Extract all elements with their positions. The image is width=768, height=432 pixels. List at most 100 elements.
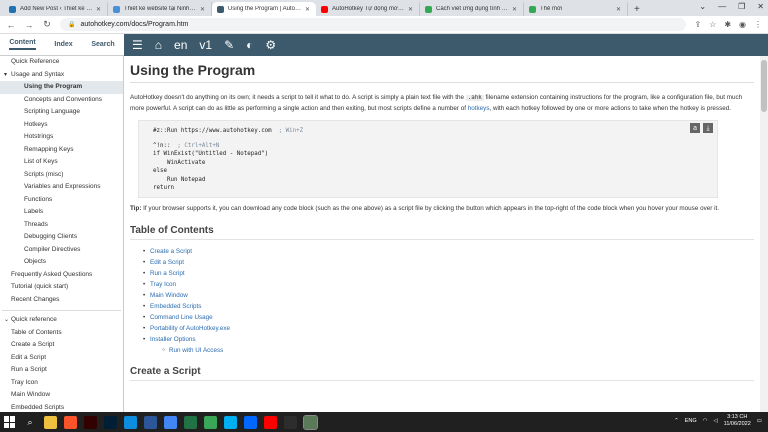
sidebar-item[interactable]: Compiler Directives: [0, 244, 123, 257]
toc-link[interactable]: Command Line Usage: [150, 314, 213, 321]
illustrator-icon[interactable]: [84, 415, 97, 429]
zalo-icon[interactable]: [244, 415, 257, 429]
toc-link[interactable]: Run with UI Access: [169, 347, 223, 354]
tab-close-icon[interactable]: ✕: [408, 6, 413, 13]
download-code-icon[interactable]: ⤓: [703, 123, 713, 133]
sidebar-item[interactable]: Concepts and Conventions: [0, 94, 123, 107]
page-scrollbar[interactable]: [760, 56, 768, 412]
browser-tab[interactable]: AutoHotkey Tự động mở VP…✕: [316, 2, 420, 16]
maximize-icon[interactable]: ❐: [738, 2, 745, 11]
settings-icon[interactable]: ⚙: [265, 38, 276, 52]
select-code-icon[interactable]: a: [690, 123, 700, 133]
theme-icon[interactable]: ◐: [246, 38, 253, 52]
minimize-icon[interactable]: —: [718, 2, 726, 11]
tray-up-icon[interactable]: ⌃: [674, 418, 679, 424]
quick-reference-header[interactable]: ⌄ Quick reference: [0, 314, 123, 327]
excel-icon[interactable]: [184, 415, 197, 429]
tab-close-icon[interactable]: ✕: [200, 6, 205, 13]
quickref-item[interactable]: Tray Icon: [0, 377, 123, 390]
extensions-icon[interactable]: ✱: [724, 20, 731, 29]
sidebar-item[interactable]: Labels: [0, 206, 123, 219]
explorer-icon[interactable]: [44, 415, 57, 429]
language-selector[interactable]: en: [174, 38, 187, 52]
sidebar-item[interactable]: Recent Changes: [0, 294, 123, 307]
lock-icon[interactable]: 🔒: [68, 21, 75, 28]
sidebar-item[interactable]: List of Keys: [0, 156, 123, 169]
share-icon[interactable]: ⇪: [694, 20, 701, 29]
sidebar-item[interactable]: Hotstrings: [0, 131, 123, 144]
toc-link[interactable]: Portability of AutoHotkey.exe: [150, 325, 230, 332]
scrollbar-thumb[interactable]: [761, 60, 767, 112]
browser-tab[interactable]: Add New Post ‹ Thiết kế web…✕: [4, 2, 108, 16]
quickref-item[interactable]: Main Window: [0, 389, 123, 402]
reload-icon[interactable]: ↻: [42, 19, 52, 30]
tab-search-icon[interactable]: ⌄: [699, 2, 706, 11]
profile-icon[interactable]: ◉: [739, 20, 746, 29]
bookmark-star-icon[interactable]: ☆: [709, 20, 716, 29]
home-icon[interactable]: ⌂: [155, 38, 162, 52]
toc-link[interactable]: Tray Icon: [150, 281, 176, 288]
autohotkey-icon[interactable]: [303, 414, 318, 430]
sidebar-item[interactable]: Quick Reference: [0, 56, 123, 69]
toc-link[interactable]: Edit a Script: [150, 259, 184, 266]
sidebar-item[interactable]: Functions: [0, 194, 123, 207]
quickref-item[interactable]: Edit a Script: [0, 352, 123, 365]
toc-link[interactable]: Embedded Scripts: [150, 303, 201, 310]
sidebar-item[interactable]: Scripting Language: [0, 106, 123, 119]
chrome-icon[interactable]: [164, 415, 177, 429]
quickref-item[interactable]: Embedded Scripts: [0, 402, 123, 413]
volume-icon[interactable]: ◁: [713, 418, 717, 424]
brave-icon[interactable]: [64, 415, 77, 429]
forward-icon[interactable]: →: [24, 20, 34, 30]
sidebar-item[interactable]: Remapping Keys: [0, 144, 123, 157]
quickref-item[interactable]: Create a Script: [0, 339, 123, 352]
toc-link[interactable]: Main Window: [150, 292, 188, 299]
hotkeys-link[interactable]: hotkeys: [468, 105, 490, 112]
tab-close-icon[interactable]: ✕: [512, 6, 517, 13]
word-icon[interactable]: [144, 415, 157, 429]
quickref-item[interactable]: Run a Script: [0, 364, 123, 377]
tab-index[interactable]: Index: [54, 41, 72, 48]
sidebar-item[interactable]: Tutorial (quick start): [0, 281, 123, 294]
toc-link[interactable]: Create a Script: [150, 248, 192, 255]
back-icon[interactable]: ←: [6, 20, 16, 30]
wifi-icon[interactable]: ◠: [703, 418, 708, 424]
sidebar-item[interactable]: Scripts (misc): [0, 169, 123, 182]
quickref-item[interactable]: Table of Contents: [0, 327, 123, 340]
url-field[interactable]: 🔒 autohotkey.com/docs/Program.htm: [60, 18, 687, 31]
photoshop-icon[interactable]: [104, 415, 117, 429]
tab-close-icon[interactable]: ✕: [305, 6, 310, 13]
new-tab-button[interactable]: +: [628, 2, 646, 16]
toc-link[interactable]: Installer Options: [150, 336, 196, 343]
sidebar-item[interactable]: Debugging Clients: [0, 231, 123, 244]
browser-menu-icon[interactable]: ⋮: [754, 20, 762, 29]
youtube-icon[interactable]: [264, 415, 277, 429]
menu-icon[interactable]: ☰: [132, 38, 143, 52]
close-window-icon[interactable]: ✕: [757, 2, 764, 11]
toc-link[interactable]: Run a Script: [150, 270, 185, 277]
notifications-icon[interactable]: ▭: [757, 418, 762, 424]
browser-tab[interactable]: Cách viết ứng dụng tính AutoHo…✕: [420, 2, 524, 16]
version-selector[interactable]: v1: [199, 38, 212, 52]
chevron-down-icon[interactable]: ▾: [4, 69, 11, 82]
sidebar-item[interactable]: ▾ Usage and Syntax: [0, 69, 123, 82]
sidebar-item[interactable]: Variables and Expressions: [0, 181, 123, 194]
chevron-down-icon[interactable]: ⌄: [4, 314, 11, 327]
browser-tab[interactable]: Using the Program | AutoHo… ✕: [212, 2, 316, 16]
sidebar-item[interactable]: Objects: [0, 256, 123, 269]
windows-start-icon[interactable]: [4, 416, 16, 428]
terminal-icon[interactable]: [284, 415, 297, 429]
sidebar-item[interactable]: Threads: [0, 219, 123, 232]
tray-language[interactable]: ENG: [685, 418, 697, 424]
sidebar-item[interactable]: Using the Program: [0, 81, 123, 94]
browser-tab[interactable]: Thiết kế website tại Ninh Bìn…✕: [108, 2, 212, 16]
skype-icon[interactable]: [224, 415, 237, 429]
browser-tab[interactable]: Thẻ mới ✕: [524, 2, 628, 16]
tab-content[interactable]: Content: [9, 39, 36, 50]
sidebar-item[interactable]: Frequently Asked Questions: [0, 269, 123, 282]
sidebar-item[interactable]: Hotkeys: [0, 119, 123, 132]
taskbar-search-icon[interactable]: ⌕: [23, 417, 37, 428]
edit-icon[interactable]: ✎: [224, 38, 234, 52]
app-green-icon[interactable]: [204, 415, 217, 429]
edge-icon[interactable]: [124, 415, 137, 429]
